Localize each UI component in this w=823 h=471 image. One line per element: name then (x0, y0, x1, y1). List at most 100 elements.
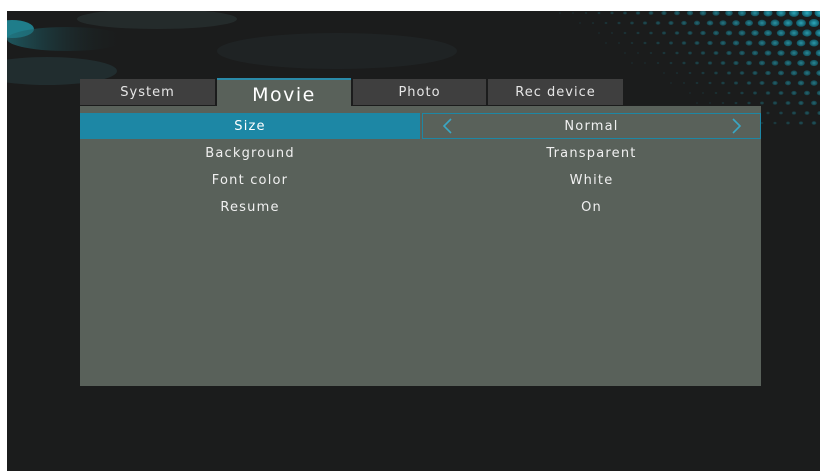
decor-dot (604, 42, 608, 44)
decor-dot (591, 22, 595, 24)
decor-dot (656, 41, 660, 45)
decor-dot (623, 52, 627, 54)
decor-dot (713, 51, 719, 55)
tab-rec-device[interactable]: Rec device (488, 79, 623, 105)
decor-dot (668, 20, 674, 26)
decor-dot (777, 70, 785, 76)
decor-dot (668, 41, 674, 45)
decor-dot (597, 11, 601, 15)
decor-dot (758, 60, 766, 66)
decor-dot (765, 70, 771, 76)
decor-dot (597, 32, 601, 34)
decor-dot (725, 11, 733, 16)
decor-dot (701, 92, 705, 94)
decor-dot (738, 30, 746, 36)
chevron-right-icon[interactable] (728, 117, 744, 135)
decor-dot (771, 60, 779, 66)
decor-dot (649, 31, 653, 35)
decor-dot (630, 21, 634, 25)
decor-dot (688, 92, 692, 94)
decor-dot (815, 29, 820, 37)
decor-dot (779, 111, 783, 115)
decor-dot (816, 70, 820, 76)
setting-value-selector[interactable]: Normal (422, 113, 761, 139)
decor-dot (732, 20, 740, 26)
decor-dot (783, 39, 793, 47)
decor-dot (571, 12, 575, 14)
decor-dot (739, 71, 745, 75)
decor-dot (669, 61, 673, 65)
decor-dot (701, 71, 705, 75)
setting-label: Size (80, 113, 420, 139)
setting-row-size[interactable]: Size Normal (80, 113, 761, 139)
decor-dot (764, 29, 772, 37)
setting-value: White (569, 172, 614, 188)
tv-settings-screen: System Movie Photo Rec device Size Norma… (7, 11, 820, 471)
decor-dot (804, 111, 810, 115)
decor-dot (695, 81, 699, 85)
decor-dot (752, 91, 758, 95)
decor-dot (763, 11, 773, 17)
tab-movie[interactable]: Movie (217, 78, 351, 109)
decor-dot (816, 90, 820, 96)
decor-dot (699, 11, 707, 16)
decor-dot (751, 30, 759, 36)
decor-dot (758, 40, 766, 46)
decor-dot (688, 51, 692, 55)
decor-dot (695, 61, 699, 65)
decor-dot (750, 11, 760, 17)
decor-dot (802, 29, 812, 37)
decor-dot (686, 11, 694, 16)
decor-dot (694, 41, 700, 45)
decor-dot (675, 51, 679, 55)
decor-dot (791, 90, 797, 96)
decor-dot (578, 22, 582, 24)
decor-dot (687, 31, 693, 35)
decor-dot (714, 71, 718, 75)
tab-photo[interactable]: Photo (353, 79, 486, 105)
decor-dot (623, 11, 627, 15)
decor-dot (785, 101, 791, 105)
decor-dot (734, 101, 738, 105)
decor-dot (643, 62, 647, 64)
decor-dot (814, 11, 820, 18)
setting-row-background[interactable]: Background Transparent (80, 140, 761, 166)
decor-dot (760, 101, 764, 105)
chevron-left-icon[interactable] (440, 117, 456, 135)
decor-dot (786, 121, 790, 125)
decor-dot (790, 70, 798, 76)
decor-dot (642, 21, 648, 25)
setting-row-resume[interactable]: Resume On (80, 194, 761, 220)
decor-dot (681, 20, 687, 26)
decor-dot (720, 40, 726, 46)
decor-dot (727, 91, 731, 95)
decor-dot (674, 31, 680, 35)
decor-dot (765, 91, 771, 95)
decor-dot (796, 19, 806, 27)
decor-dot (712, 11, 720, 16)
decor-dot (610, 32, 614, 34)
decor-dot (630, 41, 634, 45)
decor-dot (700, 51, 706, 55)
decor-dot (695, 102, 699, 104)
decor-dot (773, 121, 777, 125)
decor-dot (815, 49, 820, 57)
decor-dot (661, 31, 667, 35)
decor-dot (725, 30, 733, 36)
decor-dot (617, 42, 621, 44)
decor-dot (675, 72, 679, 74)
decor-dot (809, 59, 819, 67)
decor-dot (649, 52, 653, 54)
decor-dot (726, 71, 732, 75)
decor-dot (584, 12, 588, 14)
setting-row-font-color[interactable]: Font color White (80, 167, 761, 193)
setting-value: Normal (564, 118, 619, 134)
decor-dot (630, 62, 634, 64)
decor-dot (636, 52, 640, 54)
decor-dot (707, 61, 713, 65)
decor-dot (747, 101, 751, 105)
decor-dot (771, 39, 779, 47)
tab-system[interactable]: System (80, 79, 215, 105)
decor-dot (610, 11, 614, 15)
decor-dot (804, 90, 810, 96)
